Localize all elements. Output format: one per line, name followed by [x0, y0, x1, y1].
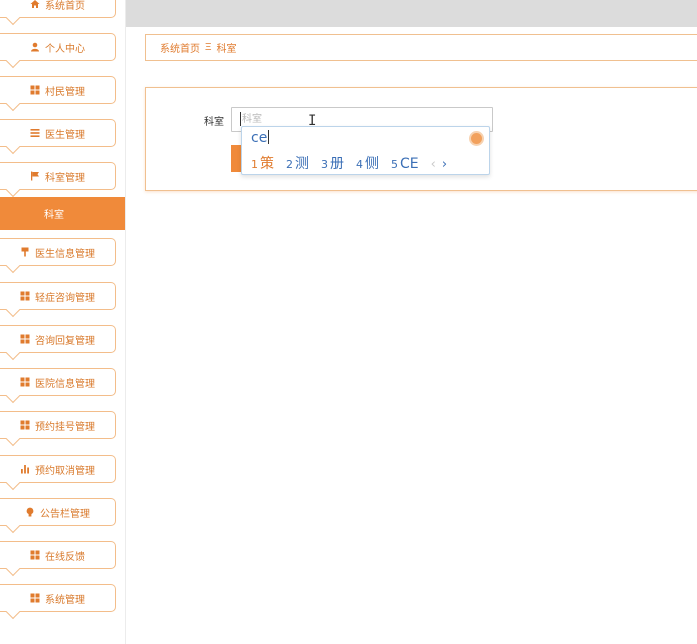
ime-candidate[interactable]: 1策	[251, 153, 274, 173]
sidebar-item-label: 咨询回复管理	[35, 335, 95, 347]
sidebar: 系统首页 个人中心 村民管理 医生管理 科室管理 科室 医生信息管理 轻症咨询管…	[0, 0, 126, 644]
grid-icon	[20, 377, 30, 387]
grid-icon	[20, 420, 30, 430]
sidebar-item-departments[interactable]: 科室管理	[0, 162, 116, 198]
list-icon	[30, 128, 40, 138]
ime-candidate[interactable]: 4侧	[356, 153, 379, 173]
ime-prev-page-icon[interactable]: ‹	[431, 157, 436, 172]
text-caret	[240, 112, 241, 126]
sidebar-subitem-label: 科室	[44, 210, 64, 221]
ime-candidate-popup: ce 1策 2测 3册 4侧 5 CE ‹ ›	[241, 126, 490, 175]
ime-next-page-icon[interactable]: ›	[442, 157, 447, 172]
grid-icon	[30, 550, 40, 560]
sidebar-item-label: 系统管理	[45, 594, 85, 606]
sidebar-item-label: 预约挂号管理	[35, 421, 95, 433]
breadcrumb-home[interactable]: 系统首页	[160, 40, 200, 55]
ime-candidate[interactable]: 3册	[321, 153, 344, 173]
sidebar-item-label: 公告栏管理	[40, 508, 90, 520]
sidebar-item-consultation[interactable]: 轻症咨询管理	[0, 282, 116, 318]
sidebar-item-hospital-info[interactable]: 医院信息管理	[0, 368, 116, 404]
sidebar-item-system[interactable]: 系统管理	[0, 584, 116, 620]
home-icon	[30, 0, 40, 9]
grid-icon	[20, 334, 30, 344]
sidebar-item-label: 系统首页	[45, 0, 85, 12]
sidebar-item-home[interactable]: 系统首页	[0, 0, 116, 26]
sidebar-item-label: 轻症咨询管理	[35, 292, 95, 304]
search-label: 科室	[204, 117, 224, 128]
grid-icon	[20, 291, 30, 301]
sidebar-item-label: 个人中心	[45, 43, 85, 55]
sidebar-item-label: 在线反馈	[45, 551, 85, 563]
sidebar-subitem-department[interactable]: 科室	[0, 197, 125, 230]
sidebar-item-label: 科室管理	[45, 172, 85, 184]
grid-icon	[30, 85, 40, 95]
sidebar-item-label: 医生信息管理	[35, 248, 95, 260]
pin-icon	[20, 247, 30, 257]
bar-chart-icon	[20, 464, 30, 474]
sidebar-item-profile[interactable]: 个人中心	[0, 33, 116, 69]
sidebar-item-appointment[interactable]: 预约挂号管理	[0, 411, 116, 447]
sidebar-item-reply[interactable]: 咨询回复管理	[0, 325, 116, 361]
sidebar-item-label: 医院信息管理	[35, 378, 95, 390]
bulb-icon	[25, 507, 35, 517]
sidebar-item-villagers[interactable]: 村民管理	[0, 76, 116, 112]
ime-composition: ce	[251, 130, 270, 146]
breadcrumb: 系统首页 Ξ 科室	[145, 34, 697, 61]
breadcrumb-current: 科室	[216, 44, 237, 55]
ime-candidates: 1策 2测 3册 4侧 5 CE ‹ ›	[251, 153, 447, 173]
ime-candidate[interactable]: 5 CE	[391, 156, 419, 172]
sidebar-item-doctors[interactable]: 医生管理	[0, 119, 116, 155]
grid-icon	[30, 593, 40, 603]
flag-icon	[30, 171, 40, 181]
ime-logo-icon[interactable]	[469, 131, 484, 146]
sidebar-item-label: 医生管理	[45, 129, 85, 141]
user-icon	[30, 42, 40, 52]
sidebar-item-feedback[interactable]: 在线反馈	[0, 541, 116, 577]
breadcrumb-separator: Ξ	[205, 42, 212, 53]
top-bar	[126, 0, 697, 27]
sidebar-item-doctor-info[interactable]: 医生信息管理	[0, 238, 116, 274]
sidebar-item-label: 村民管理	[45, 86, 85, 98]
sidebar-item-cancellation[interactable]: 预约取消管理	[0, 455, 116, 491]
sidebar-item-bulletin[interactable]: 公告栏管理	[0, 498, 116, 534]
ime-candidate[interactable]: 2测	[286, 153, 309, 173]
sidebar-item-label: 预约取消管理	[35, 465, 95, 477]
